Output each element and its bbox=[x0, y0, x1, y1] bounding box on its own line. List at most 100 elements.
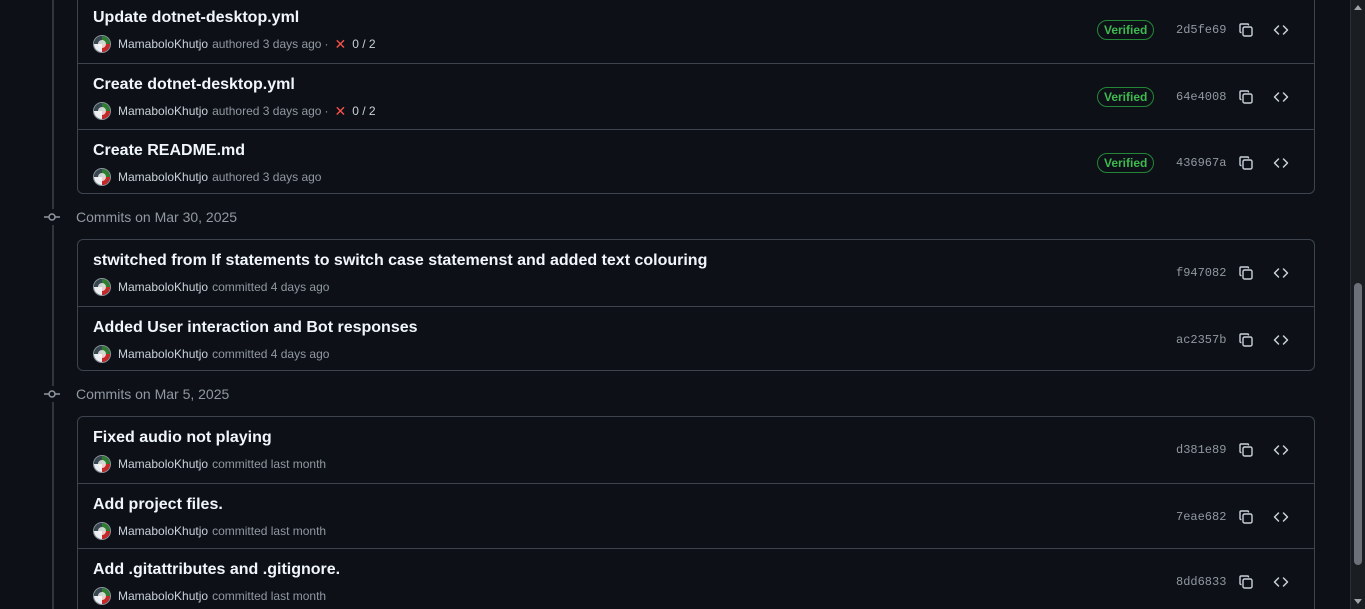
commit-sha[interactable]: 436967a bbox=[1176, 156, 1226, 170]
copy-icon bbox=[1239, 156, 1253, 170]
commit-title[interactable]: Add project files. bbox=[93, 496, 223, 514]
git-commit-icon bbox=[40, 386, 64, 402]
commit-meta: MamaboloKhutjo authored 3 days ago · ✕ 0… bbox=[94, 35, 376, 53]
verified-badge[interactable]: Verified bbox=[1097, 153, 1155, 173]
avatar[interactable] bbox=[94, 346, 110, 362]
copy-sha-button[interactable] bbox=[1234, 438, 1258, 462]
copy-sha-button[interactable] bbox=[1234, 85, 1258, 109]
scrollbar-thumb[interactable] bbox=[1354, 283, 1362, 565]
commit-author[interactable]: MamaboloKhutjo bbox=[118, 37, 208, 51]
copy-sha-button[interactable] bbox=[1234, 151, 1258, 175]
copy-sha-button[interactable] bbox=[1234, 328, 1258, 352]
commit-row: Update dotnet-desktop.yml MamaboloKhutjo… bbox=[78, 0, 1314, 63]
meta-separator: · bbox=[324, 104, 329, 118]
commit-group-box: stwitched from If statements to switch c… bbox=[77, 239, 1315, 371]
commit-action: authored 3 days ago bbox=[212, 37, 322, 51]
copy-icon bbox=[1239, 333, 1253, 347]
commit-title[interactable]: Create README.md bbox=[93, 142, 245, 160]
commit-action: committed last month bbox=[212, 589, 327, 603]
copy-sha-button[interactable] bbox=[1234, 18, 1258, 42]
commit-title[interactable]: Add .gitattributes and .gitignore. bbox=[93, 561, 340, 579]
commit-author[interactable]: MamaboloKhutjo bbox=[118, 280, 208, 294]
avatar[interactable] bbox=[94, 169, 110, 185]
commit-author[interactable]: MamaboloKhutjo bbox=[118, 347, 208, 361]
verified-badge[interactable]: Verified bbox=[1097, 87, 1155, 107]
copy-icon bbox=[1239, 90, 1253, 104]
commit-row: Fixed audio not playing MamaboloKhutjo c… bbox=[78, 417, 1314, 483]
commit-group-header: Commits on Mar 5, 2025 bbox=[40, 384, 229, 404]
commit-sha[interactable]: d381e89 bbox=[1176, 443, 1226, 457]
commit-sha[interactable]: 8dd6833 bbox=[1176, 575, 1226, 589]
commit-title[interactable]: Added User interaction and Bot responses bbox=[93, 319, 418, 337]
commit-action: committed last month bbox=[212, 457, 327, 471]
code-icon bbox=[1273, 158, 1289, 168]
check-status[interactable]: 0 / 2 bbox=[352, 37, 375, 51]
commit-title[interactable]: Fixed audio not playing bbox=[93, 429, 272, 447]
commit-action: committed last month bbox=[212, 524, 327, 538]
avatar[interactable] bbox=[94, 36, 110, 52]
browse-repo-button[interactable] bbox=[1269, 85, 1293, 109]
copy-sha-button[interactable] bbox=[1234, 505, 1258, 529]
commit-author[interactable]: MamaboloKhutjo bbox=[118, 104, 208, 118]
commit-meta: MamaboloKhutjo committed last month bbox=[94, 522, 326, 540]
commit-group-header: Commits on Mar 30, 2025 bbox=[40, 207, 237, 227]
copy-icon bbox=[1239, 266, 1253, 280]
commit-group-date: Commits on Mar 30, 2025 bbox=[76, 209, 238, 225]
code-icon bbox=[1273, 92, 1289, 102]
browse-repo-button[interactable] bbox=[1269, 570, 1293, 594]
avatar[interactable] bbox=[94, 523, 110, 539]
commit-group-date: Commits on Mar 5, 2025 bbox=[76, 386, 230, 402]
commit-author[interactable]: MamaboloKhutjo bbox=[118, 524, 208, 538]
git-commit-icon bbox=[40, 209, 64, 225]
browse-repo-button[interactable] bbox=[1269, 18, 1293, 42]
copy-sha-button[interactable] bbox=[1234, 570, 1258, 594]
check-status[interactable]: 0 / 2 bbox=[352, 104, 375, 118]
commit-meta: MamaboloKhutjo committed last month bbox=[94, 587, 326, 605]
copy-icon bbox=[1239, 510, 1253, 524]
copy-icon bbox=[1239, 443, 1253, 457]
commit-row: Create README.md MamaboloKhutjo authored… bbox=[78, 129, 1314, 193]
commit-action: authored 3 days ago bbox=[212, 104, 322, 118]
code-icon bbox=[1273, 25, 1289, 35]
commit-meta: MamaboloKhutjo committed 4 days ago bbox=[94, 345, 329, 363]
commit-sha[interactable]: ac2357b bbox=[1176, 333, 1226, 347]
scroll-up-arrow-icon[interactable] bbox=[1354, 5, 1362, 10]
commit-group-box: Fixed audio not playing MamaboloKhutjo c… bbox=[77, 416, 1315, 609]
browse-repo-button[interactable] bbox=[1269, 328, 1293, 352]
commit-sha[interactable]: 64e4008 bbox=[1176, 90, 1226, 104]
commit-action: committed 4 days ago bbox=[212, 347, 330, 361]
browse-repo-button[interactable] bbox=[1269, 505, 1293, 529]
code-icon bbox=[1273, 335, 1289, 345]
avatar[interactable] bbox=[94, 279, 110, 295]
copy-sha-button[interactable] bbox=[1234, 261, 1258, 285]
commit-title[interactable]: Update dotnet-desktop.yml bbox=[93, 9, 299, 27]
avatar[interactable] bbox=[94, 103, 110, 119]
avatar[interactable] bbox=[94, 588, 110, 604]
commit-author[interactable]: MamaboloKhutjo bbox=[118, 170, 208, 184]
commit-action: authored 3 days ago bbox=[212, 170, 322, 184]
commit-title[interactable]: Create dotnet-desktop.yml bbox=[93, 76, 295, 94]
commit-title[interactable]: stwitched from If statements to switch c… bbox=[93, 252, 707, 270]
meta-separator: · bbox=[324, 37, 329, 51]
x-icon[interactable]: ✕ bbox=[334, 37, 346, 51]
copy-icon bbox=[1239, 575, 1253, 589]
commit-meta: MamaboloKhutjo authored 3 days ago bbox=[94, 168, 321, 186]
commit-sha[interactable]: f947082 bbox=[1176, 266, 1226, 280]
commit-sha[interactable]: 2d5fe69 bbox=[1176, 23, 1226, 37]
commit-author[interactable]: MamaboloKhutjo bbox=[118, 589, 208, 603]
browse-repo-button[interactable] bbox=[1269, 151, 1293, 175]
commit-row: stwitched from If statements to switch c… bbox=[78, 240, 1314, 306]
copy-icon bbox=[1239, 23, 1253, 37]
commit-meta: MamaboloKhutjo committed last month bbox=[94, 455, 326, 473]
commit-author[interactable]: MamaboloKhutjo bbox=[118, 457, 208, 471]
commit-timeline-line bbox=[52, 0, 54, 609]
vertical-scrollbar[interactable] bbox=[1350, 0, 1365, 609]
browse-repo-button[interactable] bbox=[1269, 438, 1293, 462]
scroll-down-arrow-icon[interactable] bbox=[1354, 599, 1362, 604]
x-icon[interactable]: ✕ bbox=[334, 104, 346, 118]
verified-badge[interactable]: Verified bbox=[1097, 20, 1155, 40]
browse-repo-button[interactable] bbox=[1269, 261, 1293, 285]
commit-sha[interactable]: 7eae682 bbox=[1176, 510, 1226, 524]
avatar[interactable] bbox=[94, 456, 110, 472]
commit-action: committed 4 days ago bbox=[212, 280, 330, 294]
